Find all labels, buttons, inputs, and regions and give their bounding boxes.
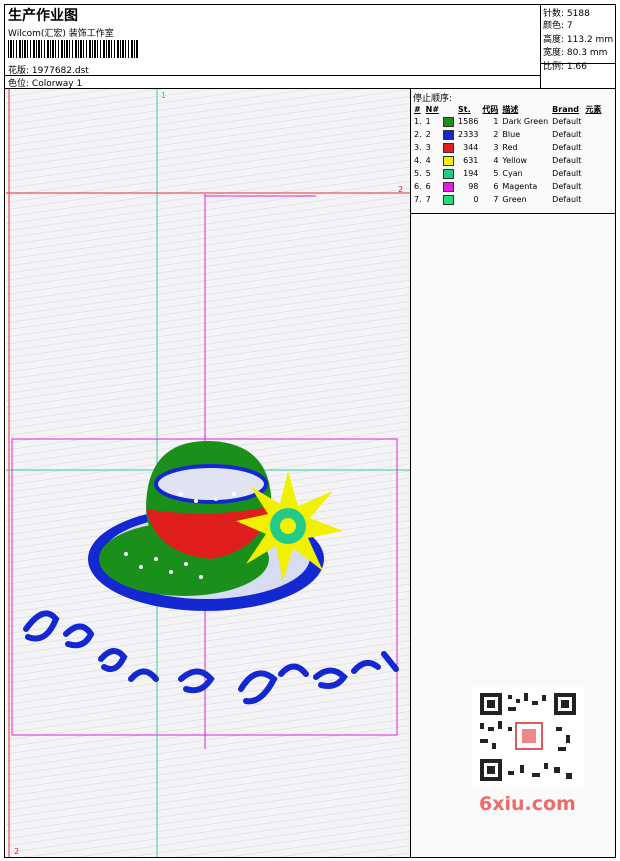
color-row: 3. 3 344 3 Red Default	[412, 141, 603, 154]
row-stitches: 631	[463, 156, 479, 165]
color-row: 1. 1 1586 1 Dark Green Default	[412, 115, 603, 128]
row-brand: Default	[552, 169, 582, 178]
color-row: 7. 7 0 7 Green Default	[412, 193, 603, 206]
row-index: 3.	[414, 143, 422, 152]
col-needle: N#	[425, 104, 440, 114]
color-swatch	[441, 154, 456, 167]
stat-colors: 颜色: 7	[543, 21, 573, 31]
col-element: 元素	[585, 104, 602, 114]
row-description: Dark Green	[502, 117, 549, 126]
swatch-box	[443, 129, 455, 140]
col-index: #	[414, 104, 421, 114]
row-element	[583, 115, 603, 128]
color-row: 6. 6 98 6 Magenta Default	[412, 180, 603, 193]
row-element	[583, 180, 603, 193]
guide-label-2-top: 2	[398, 185, 404, 194]
embroidery-preview	[6, 89, 410, 857]
barcode	[8, 40, 138, 58]
row-element	[583, 141, 603, 154]
page-title: 生产作业图	[8, 8, 78, 24]
col-stitches: St.	[458, 104, 471, 114]
color-table-bottom-line	[411, 213, 615, 214]
color-row: 4. 4 631 4 Yellow Default	[412, 154, 603, 167]
row-stitches: 0	[473, 195, 479, 204]
row-code: 6	[493, 182, 499, 191]
color-row: 5. 5 194 5 Cyan Default	[412, 167, 603, 180]
row-code: 2	[493, 130, 499, 139]
col-description: 描述	[502, 104, 519, 114]
company-name: Wilcom(汇宏) 装饰工作室	[8, 29, 114, 39]
color-table-header: # N# St. 代码 描述 Brand 元素	[412, 103, 603, 115]
row-index: 6.	[414, 182, 422, 191]
row-stitches: 1586	[458, 117, 479, 126]
row-code: 7	[493, 195, 499, 204]
row-description: Red	[502, 143, 518, 152]
color-swatch	[441, 128, 456, 141]
swatch-box	[443, 142, 455, 153]
row-needle: 6	[425, 182, 431, 191]
row-index: 7.	[414, 195, 422, 204]
color-swatch	[441, 167, 456, 180]
swatch-box	[443, 194, 455, 205]
guide-label-1: 1	[161, 91, 167, 100]
row-element	[583, 154, 603, 167]
stat-scale: 比例: 1.66	[543, 62, 587, 72]
row-needle: 2	[425, 130, 431, 139]
row-brand: Default	[552, 143, 582, 152]
row-element	[583, 167, 603, 180]
swatch-box	[443, 168, 455, 179]
row-stitches: 98	[468, 182, 479, 191]
stat-width: 宽度: 80.3 mm	[543, 48, 608, 58]
row-description: Yellow	[502, 156, 528, 165]
swatch-box	[443, 181, 455, 192]
row-stitches: 344	[463, 143, 479, 152]
row-index: 1.	[414, 117, 422, 126]
qr-code	[472, 687, 584, 787]
header-divider	[5, 75, 540, 76]
stats-divider	[540, 5, 541, 89]
color-row: 2. 2 2333 2 Blue Default	[412, 128, 603, 141]
row-brand: Default	[552, 117, 582, 126]
color-table: # N# St. 代码 描述 Brand 元素 1. 1 1586 1 Dark Gre…	[412, 103, 603, 206]
row-code: 4	[493, 156, 499, 165]
color-swatch	[441, 180, 456, 193]
color-swatch	[441, 193, 456, 206]
col-code: 代码	[482, 104, 499, 114]
row-description: Blue	[502, 130, 521, 139]
color-swatch	[441, 115, 456, 128]
row-stitches: 194	[463, 169, 479, 178]
row-brand: Default	[552, 195, 582, 204]
row-brand: Default	[552, 130, 582, 139]
row-needle: 1	[425, 117, 431, 126]
row-description: Cyan	[502, 169, 523, 178]
row-needle: 5	[425, 169, 431, 178]
swatch-box	[443, 116, 455, 127]
design-canvas: 1 2 2	[6, 89, 410, 857]
col-brand: Brand	[552, 104, 580, 114]
row-element	[583, 128, 603, 141]
row-needle: 4	[425, 156, 431, 165]
production-sheet: 生产作业图 Wilcom(汇宏) 装饰工作室 花版: 1977682.dst 色…	[4, 4, 616, 858]
stat-height: 高度: 113.2 mm	[543, 35, 614, 45]
col-swatch	[441, 103, 456, 115]
row-index: 4.	[414, 156, 422, 165]
guide-label-2-bottom: 2	[14, 847, 20, 856]
row-index: 2.	[414, 130, 422, 139]
row-code: 5	[493, 169, 499, 178]
row-description: Magenta	[502, 182, 538, 191]
color-swatch	[441, 141, 456, 154]
row-code: 3	[493, 143, 499, 152]
swatch-box	[443, 155, 455, 166]
embroidered-lettering	[23, 610, 399, 705]
row-brand: Default	[552, 156, 582, 165]
row-needle: 7	[425, 195, 431, 204]
watermark-text: 6xiu.com	[479, 793, 576, 815]
row-element	[583, 193, 603, 206]
row-stitches: 2333	[458, 130, 479, 139]
row-index: 5.	[414, 169, 422, 178]
row-brand: Default	[552, 182, 582, 191]
row-description: Green	[502, 195, 527, 204]
row-needle: 3	[425, 143, 431, 152]
row-code: 1	[493, 117, 499, 126]
